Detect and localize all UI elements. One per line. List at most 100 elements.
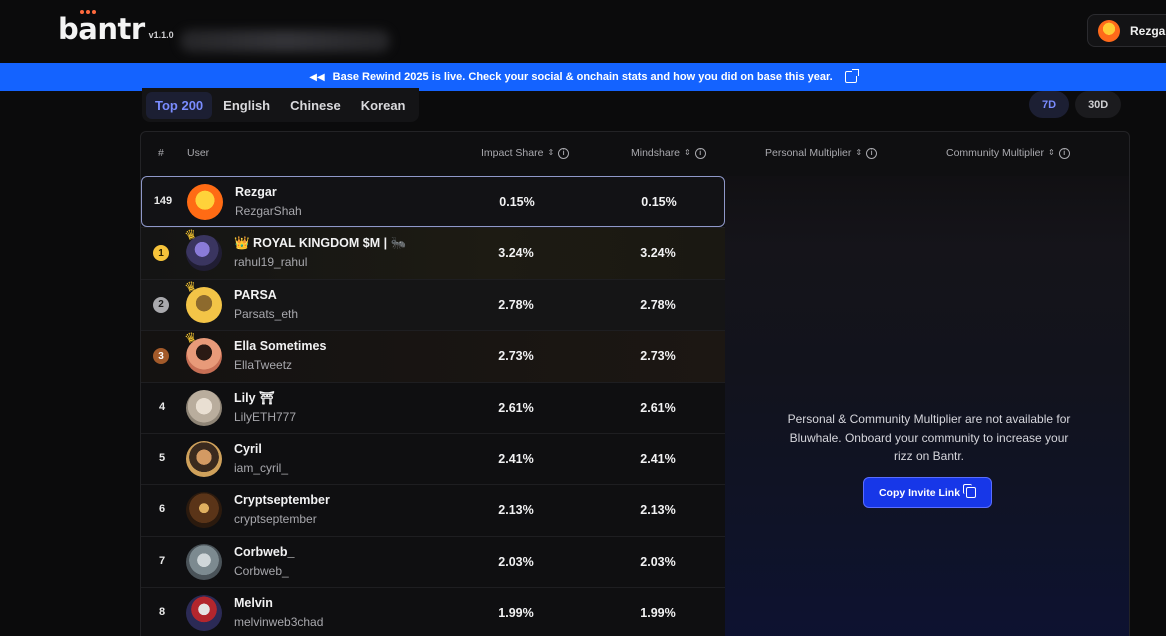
info-icon[interactable]: i xyxy=(866,147,878,159)
info-icon[interactable]: i xyxy=(1058,147,1070,159)
avatar xyxy=(186,389,222,426)
user-name: 👑 ROYAL KINGDOM $M | 🐜 xyxy=(234,236,407,251)
copy-icon xyxy=(963,484,977,498)
sort-icon[interactable]: ⇕ xyxy=(855,149,862,157)
profile-avatar xyxy=(1098,19,1120,42)
rank: 4 xyxy=(158,400,166,413)
rank: 7 xyxy=(158,554,166,567)
table-row[interactable]: 2 ♛ PARSA Parsats_eth 2.78% 2.78% xyxy=(141,277,725,331)
user-handle: Parsats_eth xyxy=(234,306,299,321)
mindshare-value: 2.03% xyxy=(640,554,676,569)
tab-english[interactable]: English xyxy=(214,92,279,119)
rank: 6 xyxy=(158,503,166,516)
tab-7d[interactable]: 7D xyxy=(1029,91,1070,118)
announcement-banner[interactable]: ◀◀ Base Rewind 2025 is live. Check your … xyxy=(0,63,1166,91)
user-handle: rahul19_rahul xyxy=(234,255,308,270)
impact-share-value: 2.13% xyxy=(498,503,534,518)
sort-icon[interactable]: ⇕ xyxy=(547,149,554,157)
user-handle: EllaTweetz xyxy=(234,358,293,373)
info-icon[interactable]: i xyxy=(558,147,570,159)
profile-menu-button[interactable]: Rezgar xyxy=(1087,14,1166,47)
rank: 149 xyxy=(153,195,173,207)
col-community-multiplier[interactable]: Community Multiplier ⇕ i xyxy=(946,147,1070,159)
top-bar: bantr v1.1.0 Rezgar xyxy=(0,0,1166,62)
table-row[interactable]: 7 Corbweb_ Corbweb_ 2.03% 2.03% xyxy=(141,535,725,587)
user-name: Lily ⛩ xyxy=(234,390,275,405)
user-name: Cyril xyxy=(234,441,262,456)
mindshare-value: 2.13% xyxy=(640,503,676,518)
impact-share-value: 2.73% xyxy=(498,349,534,364)
bantr-logo[interactable]: bantr v1.1.0 xyxy=(58,10,174,46)
impact-share-value: 2.78% xyxy=(498,297,534,312)
table-rows: 149 Rezgar RezgarShah 0.15% 0.15% 1 ♛ 👑 … xyxy=(141,176,725,636)
col-personal-multiplier[interactable]: Personal Multiplier ⇕ i xyxy=(765,147,878,159)
col-rank: # xyxy=(158,147,164,159)
user-handle: Corbweb_ xyxy=(234,563,289,578)
table-row[interactable]: 1 ♛ 👑 ROYAL KINGDOM $M | 🐜 rahul19_rahul… xyxy=(141,226,725,279)
user-handle: melvinweb3chad xyxy=(234,615,324,630)
user-name: Corbweb_ xyxy=(234,544,295,559)
user-name: Rezgar xyxy=(235,185,277,199)
copy-invite-link-button[interactable]: Copy Invite Link xyxy=(863,477,992,508)
avatar xyxy=(186,440,222,477)
leaderboard-table: # User Impact Share ⇕ i Mindshare ⇕ i Pe… xyxy=(140,131,1130,636)
banner-text: Base Rewind 2025 is live. Check your soc… xyxy=(332,71,833,83)
language-tabs: Top 200 English Chinese Korean xyxy=(142,88,419,122)
copy-invite-label: Copy Invite Link xyxy=(878,486,961,499)
impact-share-value: 2.03% xyxy=(498,554,534,569)
table-row[interactable]: 6 Cryptseptember cryptseptember 2.13% 2.… xyxy=(141,484,725,535)
gold-medal-badge: 1 xyxy=(153,245,169,262)
table-row[interactable]: 5 Cyril iam_cyril_ 2.41% 2.41% xyxy=(141,432,725,484)
multiplier-unavailable-overlay: Personal & Community Multiplier are not … xyxy=(725,176,1129,636)
impact-share-value: 1.99% xyxy=(498,606,534,621)
table-row[interactable]: 3 ♛ Ella Sometimes EllaTweetz 2.73% 2.73… xyxy=(141,329,725,382)
user-handle: iam_cyril_ xyxy=(234,460,289,475)
mindshare-value: 0.15% xyxy=(641,195,677,209)
silver-medal-badge: 2 xyxy=(153,296,169,313)
rank: 5 xyxy=(158,451,166,464)
impact-share-value: 2.61% xyxy=(498,400,534,415)
multiplier-message: Personal & Community Multiplier are not … xyxy=(787,412,1071,463)
info-icon[interactable]: i xyxy=(694,147,706,159)
tab-30d[interactable]: 30D xyxy=(1075,91,1122,118)
table-row[interactable]: 8 Melvin melvinweb3chad 1.99% 1.99% xyxy=(141,587,725,636)
sort-icon[interactable]: ⇕ xyxy=(1048,149,1055,157)
time-range-tabs: 7D 30D xyxy=(1029,91,1122,118)
avatar xyxy=(187,184,223,220)
table-header: # User Impact Share ⇕ i Mindshare ⇕ i Pe… xyxy=(141,132,1129,176)
col-user: User xyxy=(187,147,210,159)
mindshare-value: 2.41% xyxy=(640,451,676,466)
bronze-medal-badge: 3 xyxy=(153,348,169,365)
impact-share-value: 0.15% xyxy=(499,195,535,209)
user-handle: cryptseptember xyxy=(234,512,317,527)
table-row-current-user[interactable]: 149 Rezgar RezgarShah 0.15% 0.15% xyxy=(141,176,725,228)
user-name: Ella Sometimes xyxy=(234,339,327,354)
impact-share-value: 2.41% xyxy=(498,451,534,466)
user-name: Cryptseptember xyxy=(234,493,330,508)
col-mindshare[interactable]: Mindshare ⇕ i xyxy=(631,147,706,159)
tab-korean[interactable]: Korean xyxy=(352,92,415,119)
user-handle: RezgarShah xyxy=(235,204,302,218)
logo-dots-icon xyxy=(80,10,96,14)
mindshare-value: 2.61% xyxy=(640,400,676,415)
tab-top-200[interactable]: Top 200 xyxy=(146,91,213,119)
mindshare-value: 2.78% xyxy=(640,297,676,312)
col-impact-share[interactable]: Impact Share ⇕ i xyxy=(481,147,570,159)
impact-share-value: 3.24% xyxy=(498,246,534,261)
user-name: PARSA xyxy=(234,287,277,302)
logo-text: bantr xyxy=(58,12,145,46)
external-link-icon[interactable] xyxy=(844,69,859,83)
rewind-icon: ◀◀ xyxy=(309,71,325,83)
tab-chinese[interactable]: Chinese xyxy=(281,92,350,119)
app-version: v1.1.0 xyxy=(148,30,174,40)
user-handle: LilyETH777 xyxy=(234,409,297,424)
user-name: Melvin xyxy=(234,596,273,611)
profile-name: Rezgar xyxy=(1130,23,1166,38)
avatar xyxy=(186,492,222,529)
sort-icon[interactable]: ⇕ xyxy=(684,149,691,157)
mindshare-value: 2.73% xyxy=(640,349,676,364)
avatar xyxy=(186,595,222,632)
table-row[interactable]: 4 Lily ⛩ LilyETH777 2.61% 2.61% xyxy=(141,381,725,433)
avatar xyxy=(186,543,222,580)
mindshare-value: 3.24% xyxy=(640,246,676,261)
